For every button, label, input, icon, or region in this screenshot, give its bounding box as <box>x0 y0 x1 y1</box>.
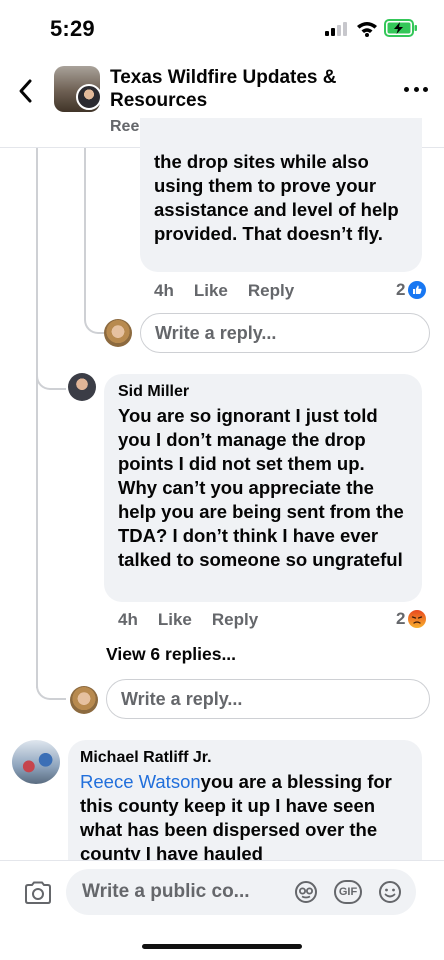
like-button[interactable]: Like <box>158 610 192 630</box>
like-button[interactable]: Like <box>194 281 228 301</box>
current-user-avatar <box>70 686 98 714</box>
comment-text: the drop sites while also using them to … <box>154 151 399 244</box>
comment-actions: 4h Like Reply <box>154 281 294 301</box>
cellular-signal-icon <box>325 22 347 36</box>
reaction-summary[interactable]: 2 <box>396 609 427 629</box>
reply-placeholder: Write a reply... <box>155 322 277 343</box>
commenter-avatar[interactable] <box>68 373 96 401</box>
comment-author[interactable]: Sid Miller <box>118 382 408 402</box>
avatar-sticker-icon[interactable] <box>294 880 318 904</box>
comment-actions: 4h Like Reply <box>118 610 258 630</box>
commenter-avatar[interactable] <box>12 740 60 784</box>
status-time: 5:29 <box>50 16 95 41</box>
thread-connector <box>84 300 104 334</box>
reaction-count: 2 <box>396 609 406 628</box>
comment-text: Reece Watsonyou are a blessing for this … <box>80 770 408 866</box>
comment-input-placeholder: Write a public co... <box>82 881 250 902</box>
camera-icon[interactable] <box>24 881 52 905</box>
reply-button[interactable]: Reply <box>212 610 258 630</box>
reaction-summary[interactable]: 2 <box>396 280 427 300</box>
comment-time[interactable]: 4h <box>118 610 138 630</box>
reply-input[interactable]: Write a reply... <box>106 679 430 719</box>
view-replies-link[interactable]: View 6 replies... <box>106 644 236 665</box>
home-indicator[interactable] <box>142 944 302 949</box>
comment-author[interactable]: Michael Ratliff Jr. <box>80 748 408 768</box>
emoji-icon[interactable] <box>378 880 402 904</box>
reply-input[interactable]: Write a reply... <box>140 313 430 353</box>
gif-label: GIF <box>338 886 358 898</box>
comment-input[interactable]: Write a public co... GIF <box>66 869 416 915</box>
like-reaction-icon <box>408 281 427 299</box>
battery-charging-icon <box>384 19 417 37</box>
mention-link[interactable]: Reece Watson <box>80 771 201 792</box>
reply-placeholder: Write a reply... <box>121 688 243 709</box>
comment-bubble: Michael Ratliff Jr. Reece Watsonyou are … <box>68 740 422 880</box>
comment-bubble: the drop sites while also using them to … <box>140 118 422 272</box>
status-bar: 5:29 <box>0 0 444 56</box>
author-avatar[interactable] <box>76 84 102 110</box>
thread-line <box>84 148 86 312</box>
more-icon[interactable] <box>404 84 428 94</box>
comment-composer: Write a public co... GIF <box>0 860 444 924</box>
thread-connector <box>36 360 66 390</box>
thread-line <box>36 148 38 688</box>
wifi-icon <box>357 22 377 37</box>
comment-text: You are so ignorant I just told you I do… <box>118 405 404 570</box>
group-title[interactable]: Texas Wildfire Updates & Resources <box>110 66 380 112</box>
reply-button[interactable]: Reply <box>248 281 294 301</box>
comment-time[interactable]: 4h <box>154 281 174 301</box>
back-chevron-icon[interactable] <box>14 76 38 106</box>
comment-bubble: Sid Miller You are so ignorant I just to… <box>104 374 422 602</box>
angry-reaction-icon <box>408 610 427 628</box>
gif-icon[interactable]: GIF <box>334 880 362 904</box>
thread-connector <box>36 672 66 700</box>
reaction-count: 2 <box>396 280 406 299</box>
current-user-avatar <box>104 319 132 347</box>
